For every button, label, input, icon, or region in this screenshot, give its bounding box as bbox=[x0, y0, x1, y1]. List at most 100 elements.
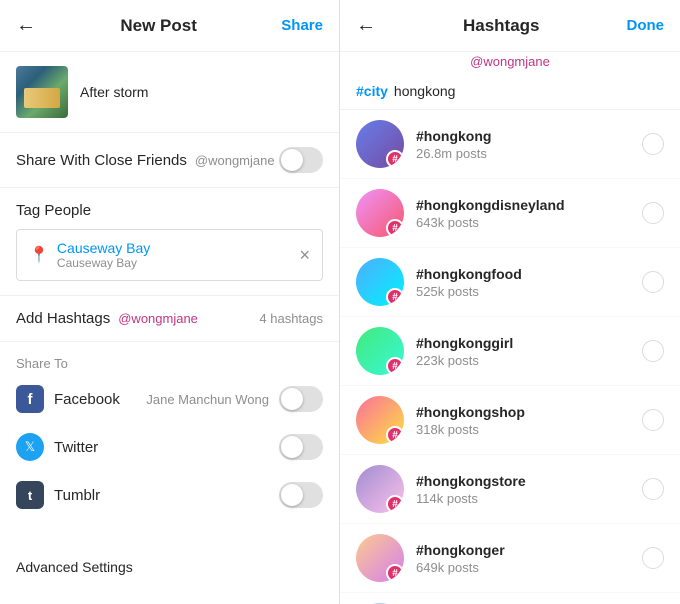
location-box[interactable]: 📍 Causeway Bay Causeway Bay × bbox=[16, 229, 323, 281]
hashtag-radio[interactable] bbox=[642, 340, 664, 362]
hashtags-label: Add Hashtags bbox=[16, 310, 110, 327]
toggle-knob bbox=[281, 484, 303, 506]
close-friends-toggle[interactable] bbox=[279, 147, 323, 173]
hashtag-radio[interactable] bbox=[642, 271, 664, 293]
hashtag-list-item[interactable]: # #hongkongdisneyland 643k posts bbox=[340, 179, 680, 248]
hashtag-info: #hongkongshop 318k posts bbox=[416, 404, 642, 437]
done-button[interactable]: Done bbox=[627, 17, 665, 34]
hashtag-list-item[interactable]: # #hongkongshop 318k posts bbox=[340, 386, 680, 455]
twitter-label: Twitter bbox=[54, 439, 98, 456]
left-header: ← New Post Share bbox=[0, 0, 339, 52]
hashtag-radio[interactable] bbox=[642, 478, 664, 500]
hashtag-info: #hongkongstore 114k posts bbox=[416, 473, 642, 506]
hashtag-name: #hongkongfood bbox=[416, 266, 642, 282]
facebook-label: Facebook bbox=[54, 391, 120, 408]
hashtag-search-bar: #city bbox=[340, 77, 680, 110]
hashtag-radio[interactable] bbox=[642, 202, 664, 224]
hashtag-list-item[interactable]: # #hongkong🇨🇳 113k posts bbox=[340, 593, 680, 604]
hashtags-count: 4 hashtags bbox=[259, 311, 323, 326]
hashtag-avatar: # bbox=[356, 120, 404, 168]
toggle-knob bbox=[281, 388, 303, 410]
twitter-share-item: 𝕏 Twitter bbox=[16, 433, 323, 461]
hashtag-avatar: # bbox=[356, 534, 404, 582]
hashtag-list-item[interactable]: # #hongkonggirl 223k posts bbox=[340, 317, 680, 386]
post-preview: After storm bbox=[0, 52, 339, 133]
back-arrow-icon: ← bbox=[16, 14, 36, 37]
hashtag-info: #hongkongfood 525k posts bbox=[416, 266, 642, 299]
left-panel: ← New Post Share After storm Share With … bbox=[0, 0, 340, 604]
tumblr-share-left: t Tumblr bbox=[16, 481, 100, 509]
share-to-title: Share To bbox=[16, 356, 323, 371]
hashtag-posts: 114k posts bbox=[416, 491, 642, 506]
tumblr-icon: t bbox=[16, 481, 44, 509]
hashtag-posts: 649k posts bbox=[416, 560, 642, 575]
close-friends-username: @wongmjane bbox=[195, 153, 275, 168]
back-button[interactable]: ← bbox=[16, 14, 36, 37]
hashtag-info: #hongkonger 649k posts bbox=[416, 542, 642, 575]
hashtag-name: #hongkonger bbox=[416, 542, 642, 558]
twitter-share-left: 𝕏 Twitter bbox=[16, 433, 98, 461]
location-sub: Causeway Bay bbox=[57, 256, 300, 270]
location-close-icon[interactable]: × bbox=[299, 245, 310, 266]
hashtag-posts: 643k posts bbox=[416, 215, 642, 230]
twitter-icon: 𝕏 bbox=[16, 433, 44, 461]
share-button[interactable]: Share bbox=[281, 17, 323, 34]
tumblr-label: Tumblr bbox=[54, 487, 100, 504]
hashtag-list-item[interactable]: # #hongkong 26.8m posts bbox=[340, 110, 680, 179]
hashtag-info: #hongkong 26.8m posts bbox=[416, 128, 642, 161]
facebook-icon: f bbox=[16, 385, 44, 413]
hashtags-back-button[interactable]: ← bbox=[356, 14, 376, 37]
hashtag-posts: 223k posts bbox=[416, 353, 642, 368]
hashtag-name: #hongkongdisneyland bbox=[416, 197, 642, 213]
hashtag-list-item[interactable]: # #hongkonger 649k posts bbox=[340, 524, 680, 593]
twitter-toggle[interactable] bbox=[279, 434, 323, 460]
facebook-toggle[interactable] bbox=[279, 386, 323, 412]
hashtag-list-item[interactable]: # #hongkongstore 114k posts bbox=[340, 455, 680, 524]
tag-people-label: Tag People bbox=[16, 202, 323, 219]
hashtags-section[interactable]: Add Hashtags @wongmjane 4 hashtags bbox=[0, 296, 339, 342]
hashtag-posts: 26.8m posts bbox=[416, 146, 642, 161]
hashtag-badge: # bbox=[386, 357, 404, 375]
tag-people-section: Tag People 📍 Causeway Bay Causeway Bay × bbox=[0, 188, 339, 296]
hashtag-name: #hongkongstore bbox=[416, 473, 642, 489]
facebook-share-right: Jane Manchun Wong bbox=[146, 386, 323, 412]
hashtag-badge: # bbox=[386, 219, 404, 237]
hashtag-posts: 525k posts bbox=[416, 284, 642, 299]
right-header: ← Hashtags Done bbox=[340, 0, 680, 52]
hashtag-avatar: # bbox=[356, 189, 404, 237]
share-to-section: Share To f Facebook Jane Manchun Wong 𝕏 … bbox=[0, 342, 339, 543]
hashtag-avatar: # bbox=[356, 327, 404, 375]
hashtag-radio[interactable] bbox=[642, 133, 664, 155]
back-arrow-icon: ← bbox=[356, 14, 376, 37]
hashtag-radio[interactable] bbox=[642, 409, 664, 431]
hashtag-badge: # bbox=[386, 495, 404, 513]
hashtag-badge: # bbox=[386, 288, 404, 306]
advanced-settings[interactable]: Advanced Settings bbox=[0, 543, 339, 591]
tumblr-share-item: t Tumblr bbox=[16, 481, 323, 509]
hashtag-list-item[interactable]: # #hongkongfood 525k posts bbox=[340, 248, 680, 317]
post-caption: After storm bbox=[80, 84, 148, 100]
hashtags-username: @wongmjane bbox=[340, 52, 680, 77]
hashtag-name: #hongkongshop bbox=[416, 404, 642, 420]
right-panel: ← Hashtags Done @wongmjane #city # #hong… bbox=[340, 0, 680, 604]
hashtags-username: @wongmjane bbox=[118, 311, 198, 326]
location-text: Causeway Bay Causeway Bay bbox=[57, 240, 300, 270]
hashtag-search-input[interactable] bbox=[394, 83, 664, 99]
hashtag-badge: # bbox=[386, 150, 404, 168]
hashtag-name: #hongkong bbox=[416, 128, 642, 144]
hashtags-title: Hashtags bbox=[463, 16, 540, 36]
tumblr-toggle[interactable] bbox=[279, 482, 323, 508]
advanced-settings-label: Advanced Settings bbox=[16, 559, 133, 575]
hashtag-radio[interactable] bbox=[642, 547, 664, 569]
hashtag-badge: # bbox=[386, 564, 404, 582]
page-title: New Post bbox=[120, 16, 197, 36]
hashtag-name: #hongkonggirl bbox=[416, 335, 642, 351]
hashtag-info: #hongkonggirl 223k posts bbox=[416, 335, 642, 368]
toggle-knob bbox=[281, 149, 303, 171]
search-tag-label: #city bbox=[356, 83, 388, 99]
hashtag-avatar: # bbox=[356, 465, 404, 513]
hashtag-avatar: # bbox=[356, 396, 404, 444]
close-friends-label: Share With Close Friends bbox=[16, 152, 187, 169]
facebook-share-left: f Facebook bbox=[16, 385, 120, 413]
close-friends-section: Share With Close Friends @wongmjane bbox=[0, 133, 339, 188]
